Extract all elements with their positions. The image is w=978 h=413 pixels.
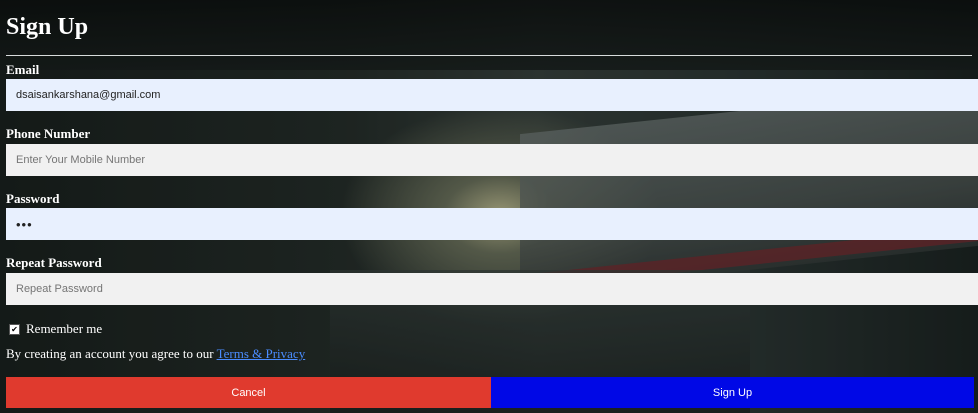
password-field[interactable] bbox=[6, 208, 978, 240]
page-title: Sign Up bbox=[6, 14, 89, 40]
password-label: Password bbox=[6, 191, 60, 206]
remember-me-label: Remember me bbox=[26, 321, 103, 336]
cancel-button[interactable]: Cancel bbox=[6, 377, 491, 408]
terms-privacy-link[interactable]: Terms & Privacy bbox=[217, 346, 306, 361]
repeat-password-label: Repeat Password bbox=[6, 255, 102, 270]
terms-prefix: By creating an account you agree to our bbox=[6, 346, 217, 361]
remember-me-checkbox[interactable]: ✔ bbox=[9, 323, 20, 335]
title-divider bbox=[6, 55, 972, 56]
repeat-password-field[interactable] bbox=[6, 273, 978, 305]
phone-field[interactable] bbox=[6, 144, 978, 176]
signup-button[interactable]: Sign Up bbox=[491, 377, 974, 408]
terms-text: By creating an account you agree to our … bbox=[6, 346, 305, 362]
remember-me-row[interactable]: ✔ Remember me bbox=[9, 321, 102, 337]
phone-label: Phone Number bbox=[6, 126, 91, 141]
email-field[interactable] bbox=[6, 79, 978, 111]
email-label: Email bbox=[6, 62, 40, 77]
